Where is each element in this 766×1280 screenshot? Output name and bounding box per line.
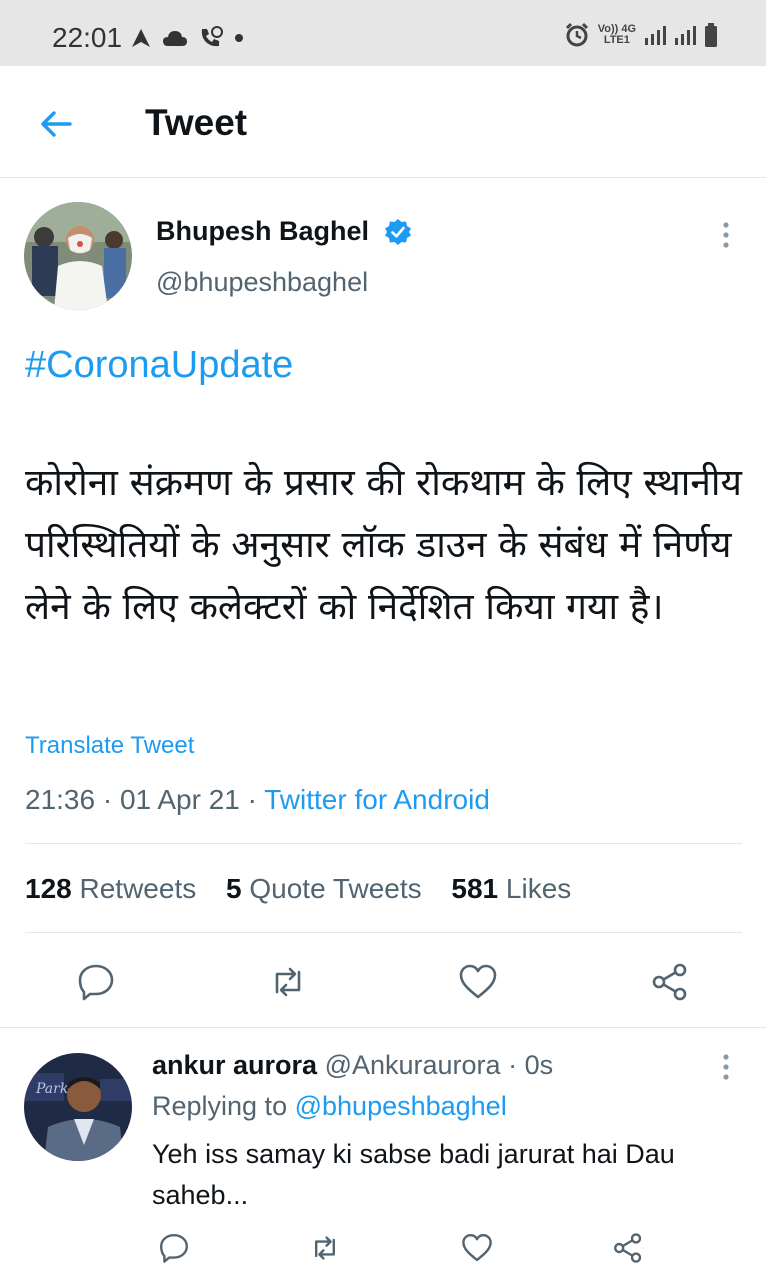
translate-tweet-link[interactable]: Translate Tweet <box>25 732 194 760</box>
signal-icon <box>645 26 666 45</box>
navigation-icon <box>132 29 150 47</box>
likes-count: 581 <box>451 873 499 904</box>
top-app-bar: Tweet <box>0 66 766 178</box>
retweet-icon[interactable] <box>309 1232 341 1264</box>
tweet-date: 01 Apr 21 <box>119 784 240 815</box>
reply-text: Yeh iss samay ki sabse badi jarurat hai … <box>152 1139 675 1210</box>
quotes-count: 5 <box>226 873 242 904</box>
status-notification-icons <box>130 26 244 50</box>
quote-tweets-stat[interactable]: 5 Quote Tweets <box>226 873 422 904</box>
call-icon <box>201 26 223 47</box>
reply-icon[interactable] <box>158 1232 190 1264</box>
hashtag-link[interactable]: #CoronaUpdate <box>25 344 293 387</box>
battery-icon <box>705 23 717 47</box>
share-icon[interactable] <box>650 962 690 1002</box>
dot-icon <box>235 34 243 42</box>
divider <box>25 932 742 933</box>
more-options-icon[interactable] <box>716 220 736 250</box>
network-indicator: Vo)) 4G LTE1 <box>598 24 636 46</box>
reply-author-name[interactable]: ankur aurora <box>152 1050 317 1080</box>
meta-separator: · <box>508 1050 518 1080</box>
reply-author-handle[interactable]: @Ankuraurora <box>325 1050 501 1080</box>
author-avatar[interactable] <box>24 202 132 310</box>
tweet-source-link[interactable]: Twitter for Android <box>264 784 490 815</box>
tweet-stats: 128 Retweets 5 Quote Tweets 581 Likes <box>25 873 593 905</box>
page-title: Tweet <box>145 102 248 143</box>
tweet-time: 21:36 <box>25 784 96 815</box>
retweets-stat[interactable]: 128 Retweets <box>25 873 196 904</box>
replying-to: Replying to @bhupeshbaghel <box>152 1091 507 1122</box>
reply-header: ankur aurora @Ankuraurora · 0s <box>152 1050 553 1081</box>
signal-icon <box>675 26 696 45</box>
verified-badge-icon <box>385 219 411 245</box>
retweets-count: 128 <box>25 873 72 904</box>
share-icon[interactable] <box>612 1232 644 1264</box>
network-type-bottom: LTE1 <box>603 34 630 46</box>
arrow-left-icon[interactable] <box>36 104 76 144</box>
status-time: 22:01 <box>52 22 123 53</box>
retweets-label: Retweets <box>79 873 197 904</box>
tweet-text: कोरोना संक्रमण के प्रसार की रोकथाम के लि… <box>25 461 742 628</box>
divider <box>25 843 742 844</box>
retweet-icon[interactable] <box>268 962 308 1002</box>
quotes-label: Quote Tweets <box>249 873 422 904</box>
like-icon[interactable] <box>461 1232 493 1264</box>
likes-label: Likes <box>505 873 572 904</box>
reply-age: 0s <box>524 1050 554 1080</box>
like-icon[interactable] <box>458 962 498 1002</box>
status-system-icons: Vo)) 4G LTE1 <box>564 22 718 48</box>
meta-separator: · <box>247 784 257 815</box>
reply-avatar[interactable]: Park <box>24 1053 132 1161</box>
cloud-icon <box>163 31 187 46</box>
likes-stat[interactable]: 581 Likes <box>451 873 571 904</box>
meta-separator: · <box>102 784 113 815</box>
svg-text:Park: Park <box>35 1081 68 1097</box>
reply-icon[interactable] <box>76 962 116 1002</box>
status-bar: 22:01 Vo)) 4G LTE1 <box>0 0 766 66</box>
replying-to-label: Replying to <box>152 1091 288 1121</box>
alarm-icon <box>565 22 588 47</box>
author-name[interactable]: Bhupesh Baghel <box>156 216 369 247</box>
author-handle[interactable]: @bhupeshbaghel <box>156 267 368 298</box>
reply-more-options-icon[interactable] <box>716 1052 736 1082</box>
replying-to-handle-link[interactable]: @bhupeshbaghel <box>295 1091 507 1121</box>
tweet-meta: 21:36 · 01 Apr 21 · Twitter for Android <box>25 784 490 816</box>
section-separator <box>0 1027 766 1028</box>
